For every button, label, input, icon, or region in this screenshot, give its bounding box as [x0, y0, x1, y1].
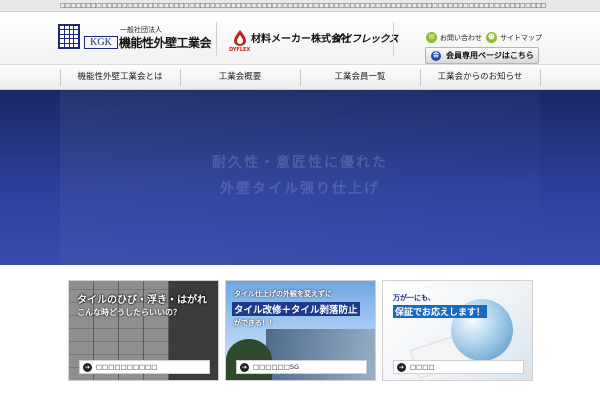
- banner-subline: こんな時どうしたらいいの？: [77, 308, 181, 317]
- banner-headline: タイルのひび・浮き・はがれ: [77, 295, 207, 306]
- banner-link-button[interactable]: ➔ □□□□□□□□□□: [79, 360, 210, 374]
- banner-area: タイルのひび・浮き・はがれ こんな時どうしたらいいの？ ➔ □□□□□□□□□□…: [0, 265, 600, 400]
- hero-banner: 耐久性・意匠性に優れた 外壁タイル張り仕上げ: [0, 90, 600, 265]
- banner-link-label: □□□□: [410, 363, 435, 371]
- banner-link-label: □□□□□□SG: [253, 363, 300, 371]
- header-divider: [216, 22, 217, 56]
- banner-headline: タイル仕上げの外観を変えずに: [234, 290, 332, 298]
- nav-divider: [540, 69, 541, 86]
- banner-subline: ができる！！: [234, 319, 276, 327]
- top-strip: □□□□□□□□□□□□□□□□□□□□□□□□□□□□□□□□□□□□□□□□…: [0, 0, 600, 12]
- banner-guarantee[interactable]: 万が一にも、 保証でお応えします！ ➔ □□□□: [382, 280, 533, 381]
- logo-grid-icon[interactable]: [58, 24, 80, 49]
- site-header: KGK 一般社団法人 機能性外壁工業会 DYFLEX 材料メーカー株式会社 ダイ…: [0, 12, 600, 64]
- contact-link-label: お問い合わせ: [440, 33, 482, 42]
- person-icon: ☻: [486, 32, 497, 43]
- hero-heading-line2: 外壁タイル張り仕上げ: [220, 181, 380, 197]
- member-button-label: 会員専用ページはこちら: [446, 51, 534, 60]
- dyflex-logo-icon[interactable]: [233, 30, 247, 46]
- arrow-right-icon: ➔: [83, 362, 92, 372]
- header-divider: [393, 22, 394, 56]
- contact-link[interactable]: ✉ お問い合わせ: [426, 32, 482, 43]
- nav-item-members[interactable]: 工業会員一覧: [300, 65, 420, 90]
- arrow-right-icon: ➔: [397, 362, 406, 372]
- banner-link-label: □□□□□□□□□□: [96, 363, 158, 371]
- sitemap-link-label: サイトマップ: [500, 33, 542, 42]
- banner-tile-renovation[interactable]: タイル仕上げの外観を変えずに タイル改修＋タイル剥落防止 ができる！！ ➔ □□…: [225, 280, 376, 381]
- dyflex-mark-label: DYFLEX: [229, 47, 251, 53]
- banner-highlight: タイル改修＋タイル剥落防止: [232, 302, 360, 316]
- sponsor-name[interactable]: ダイフレックス: [332, 30, 399, 45]
- member-icon: 会: [431, 50, 441, 61]
- top-strip-text: □□□□□□□□□□□□□□□□□□□□□□□□□□□□□□□□□□□□□□□□…: [60, 2, 546, 9]
- arrow-right-icon: ➔: [240, 362, 249, 372]
- banner-headline: 万が一にも、: [393, 294, 435, 302]
- sitemap-link[interactable]: ☻ サイトマップ: [486, 32, 542, 43]
- member-page-button[interactable]: 会 会員専用ページはこちら: [425, 47, 539, 64]
- hero-heading-line1: 耐久性・意匠性に優れた: [212, 155, 388, 171]
- banner-link-button[interactable]: ➔ □□□□: [393, 360, 524, 374]
- banner-link-button[interactable]: ➔ □□□□□□SG: [236, 360, 367, 374]
- banner-highlight: 保証でお応えします！: [393, 305, 488, 318]
- logo-abbr[interactable]: KGK: [84, 36, 118, 49]
- global-nav: 機能性外壁工業会とは 工業会概要 工業会員一覧 工業会からのお知らせ: [0, 64, 600, 90]
- org-name-logo[interactable]: 機能性外壁工業会: [119, 34, 212, 51]
- mail-icon: ✉: [426, 32, 437, 43]
- nav-item-overview[interactable]: 工業会概要: [180, 65, 300, 90]
- nav-item-news[interactable]: 工業会からのお知らせ: [420, 65, 540, 90]
- banner-tile-damage[interactable]: タイルのひび・浮き・はがれ こんな時どうしたらいいの？ ➔ □□□□□□□□□□: [68, 280, 219, 381]
- nav-item-about[interactable]: 機能性外壁工業会とは: [60, 65, 180, 90]
